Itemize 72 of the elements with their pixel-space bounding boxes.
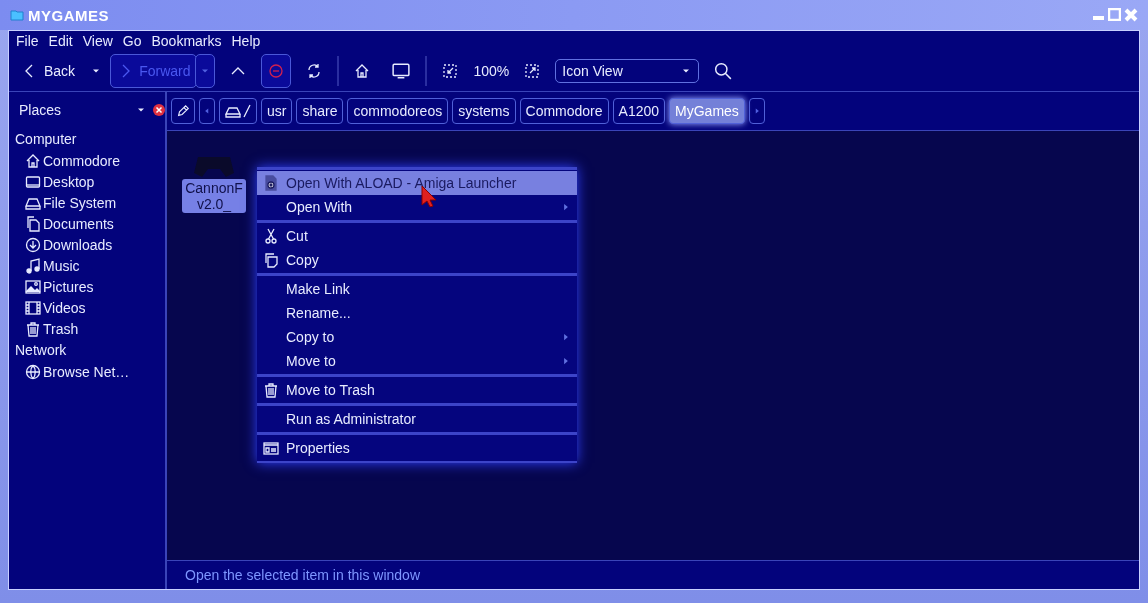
menu-item[interactable]: Move to	[257, 349, 577, 373]
section-heading: Computer	[15, 130, 78, 149]
section-heading: Network	[15, 341, 68, 360]
globe-icon	[25, 363, 41, 380]
path-segment[interactable]: usr	[261, 98, 293, 124]
drive-icon	[225, 103, 251, 119]
zoom-out-icon	[442, 63, 459, 79]
trash-icon	[25, 320, 41, 337]
image-icon	[25, 278, 41, 295]
music-note-icon	[25, 257, 41, 274]
sidebar-title: Places	[19, 102, 63, 118]
sidebar-item[interactable]: Videos	[15, 297, 165, 318]
menu-item[interactable]: Copy to	[257, 325, 577, 349]
drive-button[interactable]	[219, 98, 257, 124]
pencil-icon	[176, 104, 190, 118]
menu-item[interactable]: File	[15, 33, 40, 49]
properties-icon	[263, 440, 279, 456]
menu-item[interactable]: Open With ALOAD - Amiga Launcher	[257, 171, 577, 195]
menu-item[interactable]: Edit	[47, 33, 74, 49]
menu-item[interactable]: Go	[121, 33, 143, 49]
menu-item[interactable]: Run as Administrator	[257, 407, 577, 431]
sidebar-item[interactable]: Browse Net…	[15, 361, 165, 382]
edit-path-button[interactable]	[171, 98, 195, 124]
file-label[interactable]: CannonF v2.0_	[182, 179, 246, 213]
close-icon[interactable]	[153, 104, 165, 116]
home-icon	[354, 63, 371, 79]
path-segment[interactable]: share	[296, 98, 344, 124]
stop-button[interactable]	[261, 54, 292, 88]
home-icon	[25, 152, 41, 169]
back-button[interactable]: Back	[15, 54, 83, 88]
menu-item[interactable]: View	[81, 33, 114, 49]
monitor-icon	[392, 62, 411, 80]
zoom-in-icon	[524, 63, 541, 79]
sidebar-item[interactable]: Desktop	[15, 171, 165, 192]
search-icon	[714, 62, 733, 80]
path-segment[interactable]: commodoreos	[347, 98, 449, 124]
status-text: Open the selected item in this window	[167, 560, 1139, 589]
menu-item[interactable]: Help	[230, 33, 262, 49]
scissors-icon	[263, 228, 279, 244]
sidebar-item[interactable]: Trash	[15, 318, 165, 339]
menu-item[interactable]: Cut	[257, 224, 577, 248]
sidebar-item[interactable]: Downloads	[15, 234, 165, 255]
path-segment[interactable]: A1200	[612, 98, 666, 124]
sidebar-item[interactable]: Pictures	[15, 276, 165, 297]
sidebar-item[interactable]: Music	[15, 255, 165, 276]
stop-icon	[268, 63, 285, 79]
sidebar-item[interactable]: Commodore	[15, 150, 165, 171]
folder-icon	[10, 9, 24, 21]
path-segment[interactable]: Commodore	[519, 98, 609, 124]
menu-item[interactable]: Open With	[257, 195, 577, 219]
scroll-right-button[interactable]	[748, 98, 765, 124]
film-icon	[25, 299, 41, 316]
copy-icon	[263, 252, 279, 268]
path-segment[interactable]: MyGames	[669, 98, 745, 124]
view-mode-dropdown[interactable]: Icon View	[555, 59, 700, 83]
documents-icon	[25, 215, 41, 232]
menu-item[interactable]: Move to Trash	[257, 378, 577, 402]
menu-item[interactable]: Make Link	[257, 277, 577, 301]
menu-item[interactable]: Bookmarks	[150, 33, 223, 49]
sidebar-item[interactable]: File System	[15, 192, 165, 213]
sidebar-item[interactable]: Documents	[15, 213, 165, 234]
monitor-icon	[25, 173, 41, 190]
menu-item[interactable]: Copy	[257, 248, 577, 272]
trash-icon	[263, 382, 279, 398]
zoom-level: 100%	[473, 63, 510, 79]
download-icon	[25, 236, 41, 253]
path-segment[interactable]: systems	[452, 98, 516, 124]
menu-item[interactable]: Rename...	[257, 301, 577, 325]
reload-icon	[306, 63, 323, 79]
window-title: MYGAMES	[28, 6, 109, 24]
forward-menu-button[interactable]	[195, 54, 216, 88]
menu-item[interactable]: Properties	[257, 436, 577, 460]
